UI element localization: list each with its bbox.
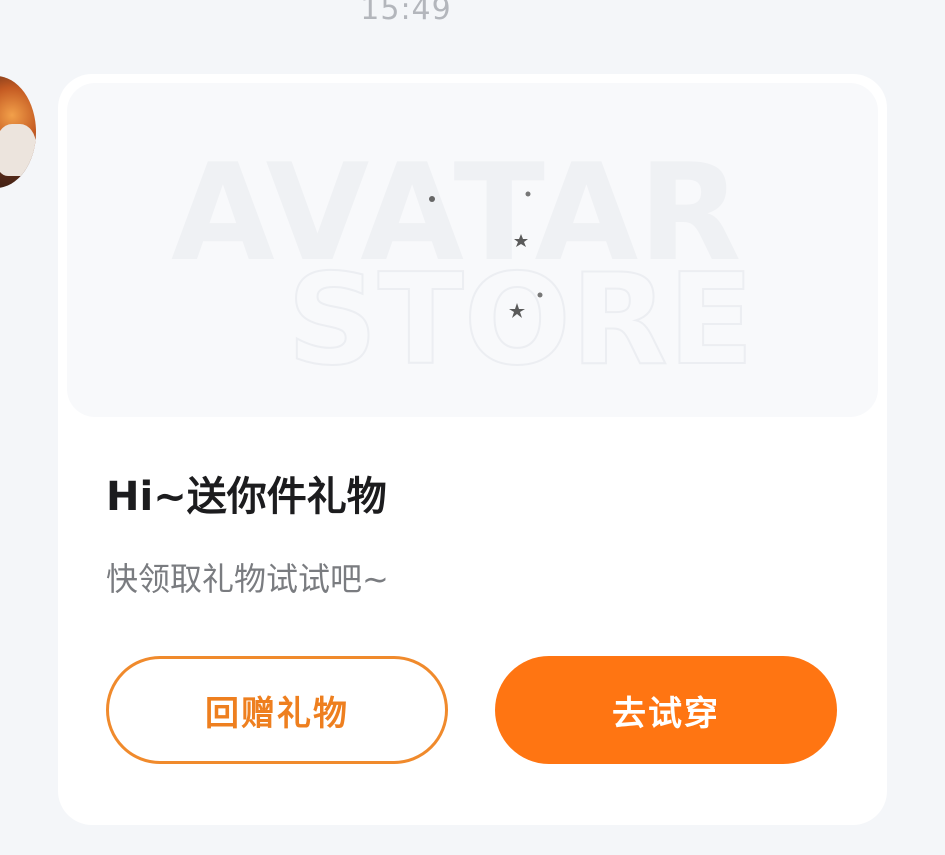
gift-title: Hi~送你件礼物	[106, 474, 387, 520]
avatar-store-logo: AVATAR STORE	[171, 135, 755, 394]
avatar-store-banner: AVATAR STORE	[67, 83, 878, 417]
message-timestamp: 15:49	[360, 0, 452, 27]
sparkle-dot-icon	[525, 191, 531, 197]
sparkle-dot-icon	[537, 292, 543, 298]
gift-message-card[interactable]: AVATAR STORE Hi~送你件礼物 快领取礼物试试吧~ 回赠礼物 去试穿	[58, 74, 887, 825]
try-on-button[interactable]: 去试穿	[495, 656, 837, 764]
gift-subtitle: 快领取礼物试试吧~	[106, 560, 389, 598]
return-gift-button[interactable]: 回赠礼物	[106, 656, 448, 764]
avatar-figure	[0, 124, 36, 176]
sender-avatar[interactable]	[0, 76, 36, 188]
sparkle-dot-icon	[429, 196, 435, 202]
banner-word-store: STORE	[287, 246, 754, 393]
